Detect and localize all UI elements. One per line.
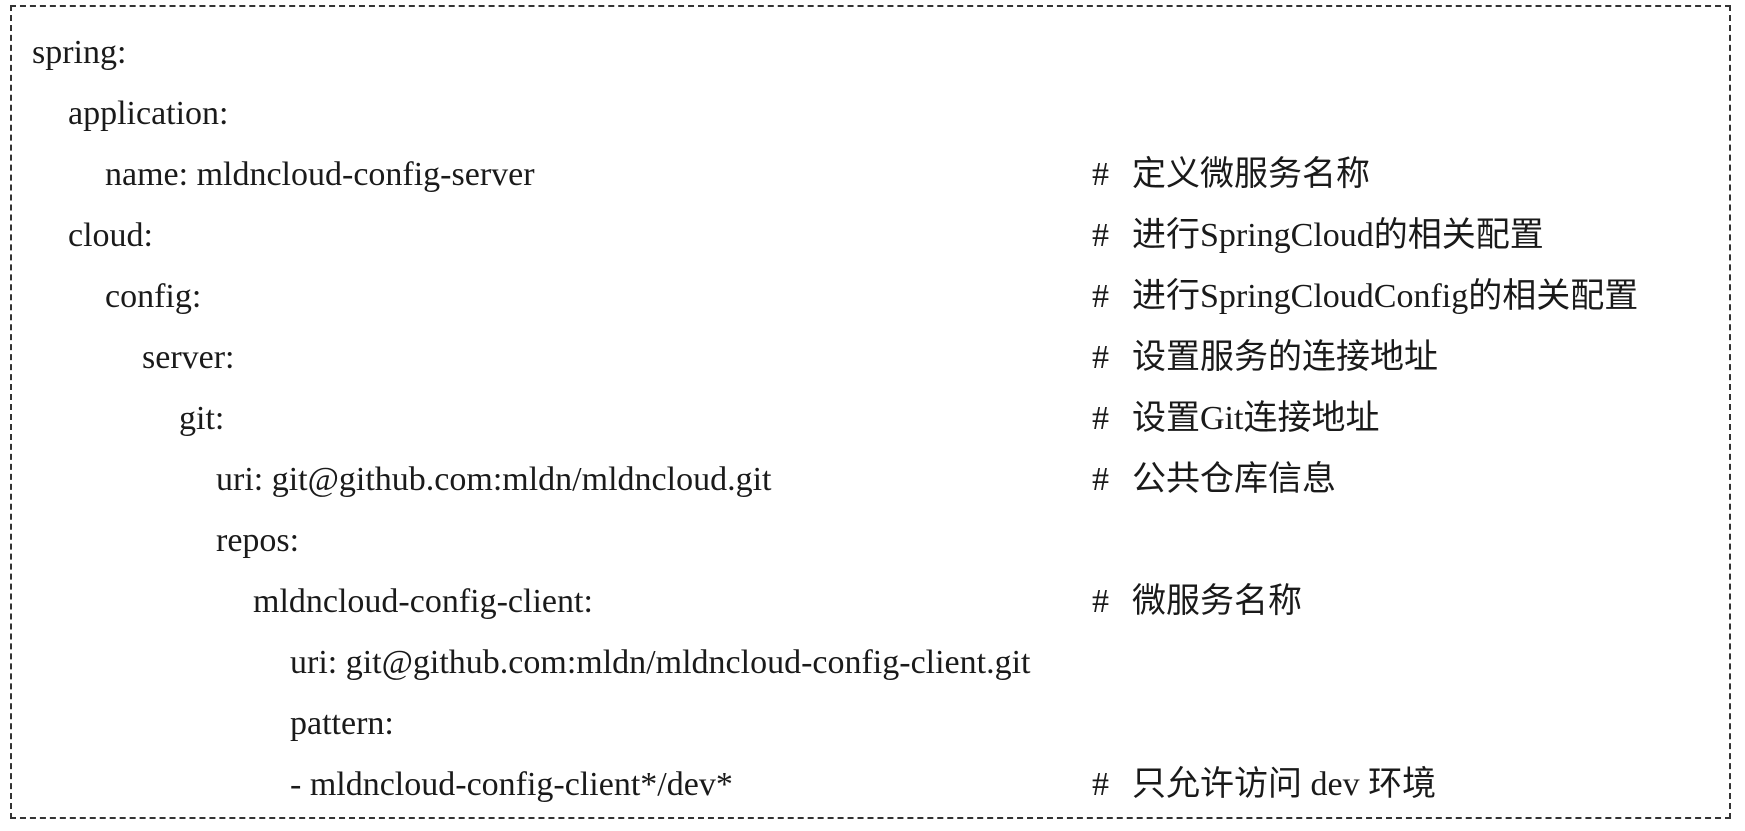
code-line: pattern: xyxy=(12,693,1729,754)
code-line: server: # 设置服务的连接地址 xyxy=(12,327,1729,388)
comment-text: 公共仓库信息 xyxy=(1132,461,1336,498)
comment-marker: # xyxy=(1092,461,1109,498)
comment-marker: # xyxy=(1092,400,1109,437)
comment-marker: # xyxy=(1092,583,1109,620)
code-text: mldncloud-config-client: xyxy=(253,583,593,620)
code-comment: # 进行SpringCloud的相关配置 xyxy=(1092,205,1544,266)
comment-marker: # xyxy=(1092,339,1109,376)
code-line: - mldncloud-config-client*/dev* # 只允许访问 d… xyxy=(12,754,1729,815)
code-text: - mldncloud-config-client*/dev* xyxy=(290,766,733,803)
code-line: config: # 进行SpringCloudConfig的相关配置 xyxy=(12,266,1729,327)
comment-text: 进行SpringCloud的相关配置 xyxy=(1132,217,1544,254)
code-text: cloud: xyxy=(68,217,153,254)
code-text: uri: git@github.com:mldn/mldncloud-confi… xyxy=(290,644,1031,681)
code-text: uri: git@github.com:mldn/mldncloud.git xyxy=(216,461,772,498)
code-line: git: # 设置Git连接地址 xyxy=(12,388,1729,449)
code-comment: # 只允许访问 dev 环境 xyxy=(1092,754,1436,815)
code-text: config: xyxy=(105,278,202,315)
code-comment: # 设置服务的连接地址 xyxy=(1092,327,1438,388)
code-comment: # 进行SpringCloudConfig的相关配置 xyxy=(1092,266,1638,327)
code-line: name: mldncloud-config-server # 定义微服务名称 xyxy=(12,144,1729,205)
comment-marker: # xyxy=(1092,278,1109,315)
code-comment: # 公共仓库信息 xyxy=(1092,449,1336,510)
code-text: name: mldncloud-config-server xyxy=(105,156,535,193)
code-text: git: xyxy=(179,400,225,437)
code-line: repos: xyxy=(12,510,1729,571)
code-comment: # 微服务名称 xyxy=(1092,571,1302,632)
code-line: spring: xyxy=(12,22,1729,83)
code-line: uri: git@github.com:mldn/mldncloud-confi… xyxy=(12,632,1729,693)
comment-marker: # xyxy=(1092,766,1109,803)
code-line: cloud: # 进行SpringCloud的相关配置 xyxy=(12,205,1729,266)
code-comment: # 设置Git连接地址 xyxy=(1092,388,1379,449)
comment-text: 只允许访问 dev 环境 xyxy=(1132,766,1437,803)
code-line: uri: git@github.com:mldn/mldncloud.git #… xyxy=(12,449,1729,510)
comment-marker: # xyxy=(1092,156,1109,193)
code-text: server: xyxy=(142,339,235,376)
code-listing: spring: application: name: mldncloud-con… xyxy=(10,5,1731,819)
code-comment: # 定义微服务名称 xyxy=(1092,144,1370,205)
code-line: mldncloud-config-client: # 微服务名称 xyxy=(12,571,1729,632)
code-line: application: xyxy=(12,83,1729,144)
comment-text: 定义微服务名称 xyxy=(1132,156,1370,193)
comment-marker: # xyxy=(1092,217,1109,254)
comment-text: 进行SpringCloudConfig的相关配置 xyxy=(1132,278,1639,315)
comment-text: 设置Git连接地址 xyxy=(1132,400,1380,437)
code-text: spring: xyxy=(32,34,127,71)
comment-text: 微服务名称 xyxy=(1132,583,1302,620)
code-text: pattern: xyxy=(290,705,394,742)
code-text: repos: xyxy=(216,522,300,559)
comment-text: 设置服务的连接地址 xyxy=(1132,339,1438,376)
code-text: application: xyxy=(68,95,229,132)
